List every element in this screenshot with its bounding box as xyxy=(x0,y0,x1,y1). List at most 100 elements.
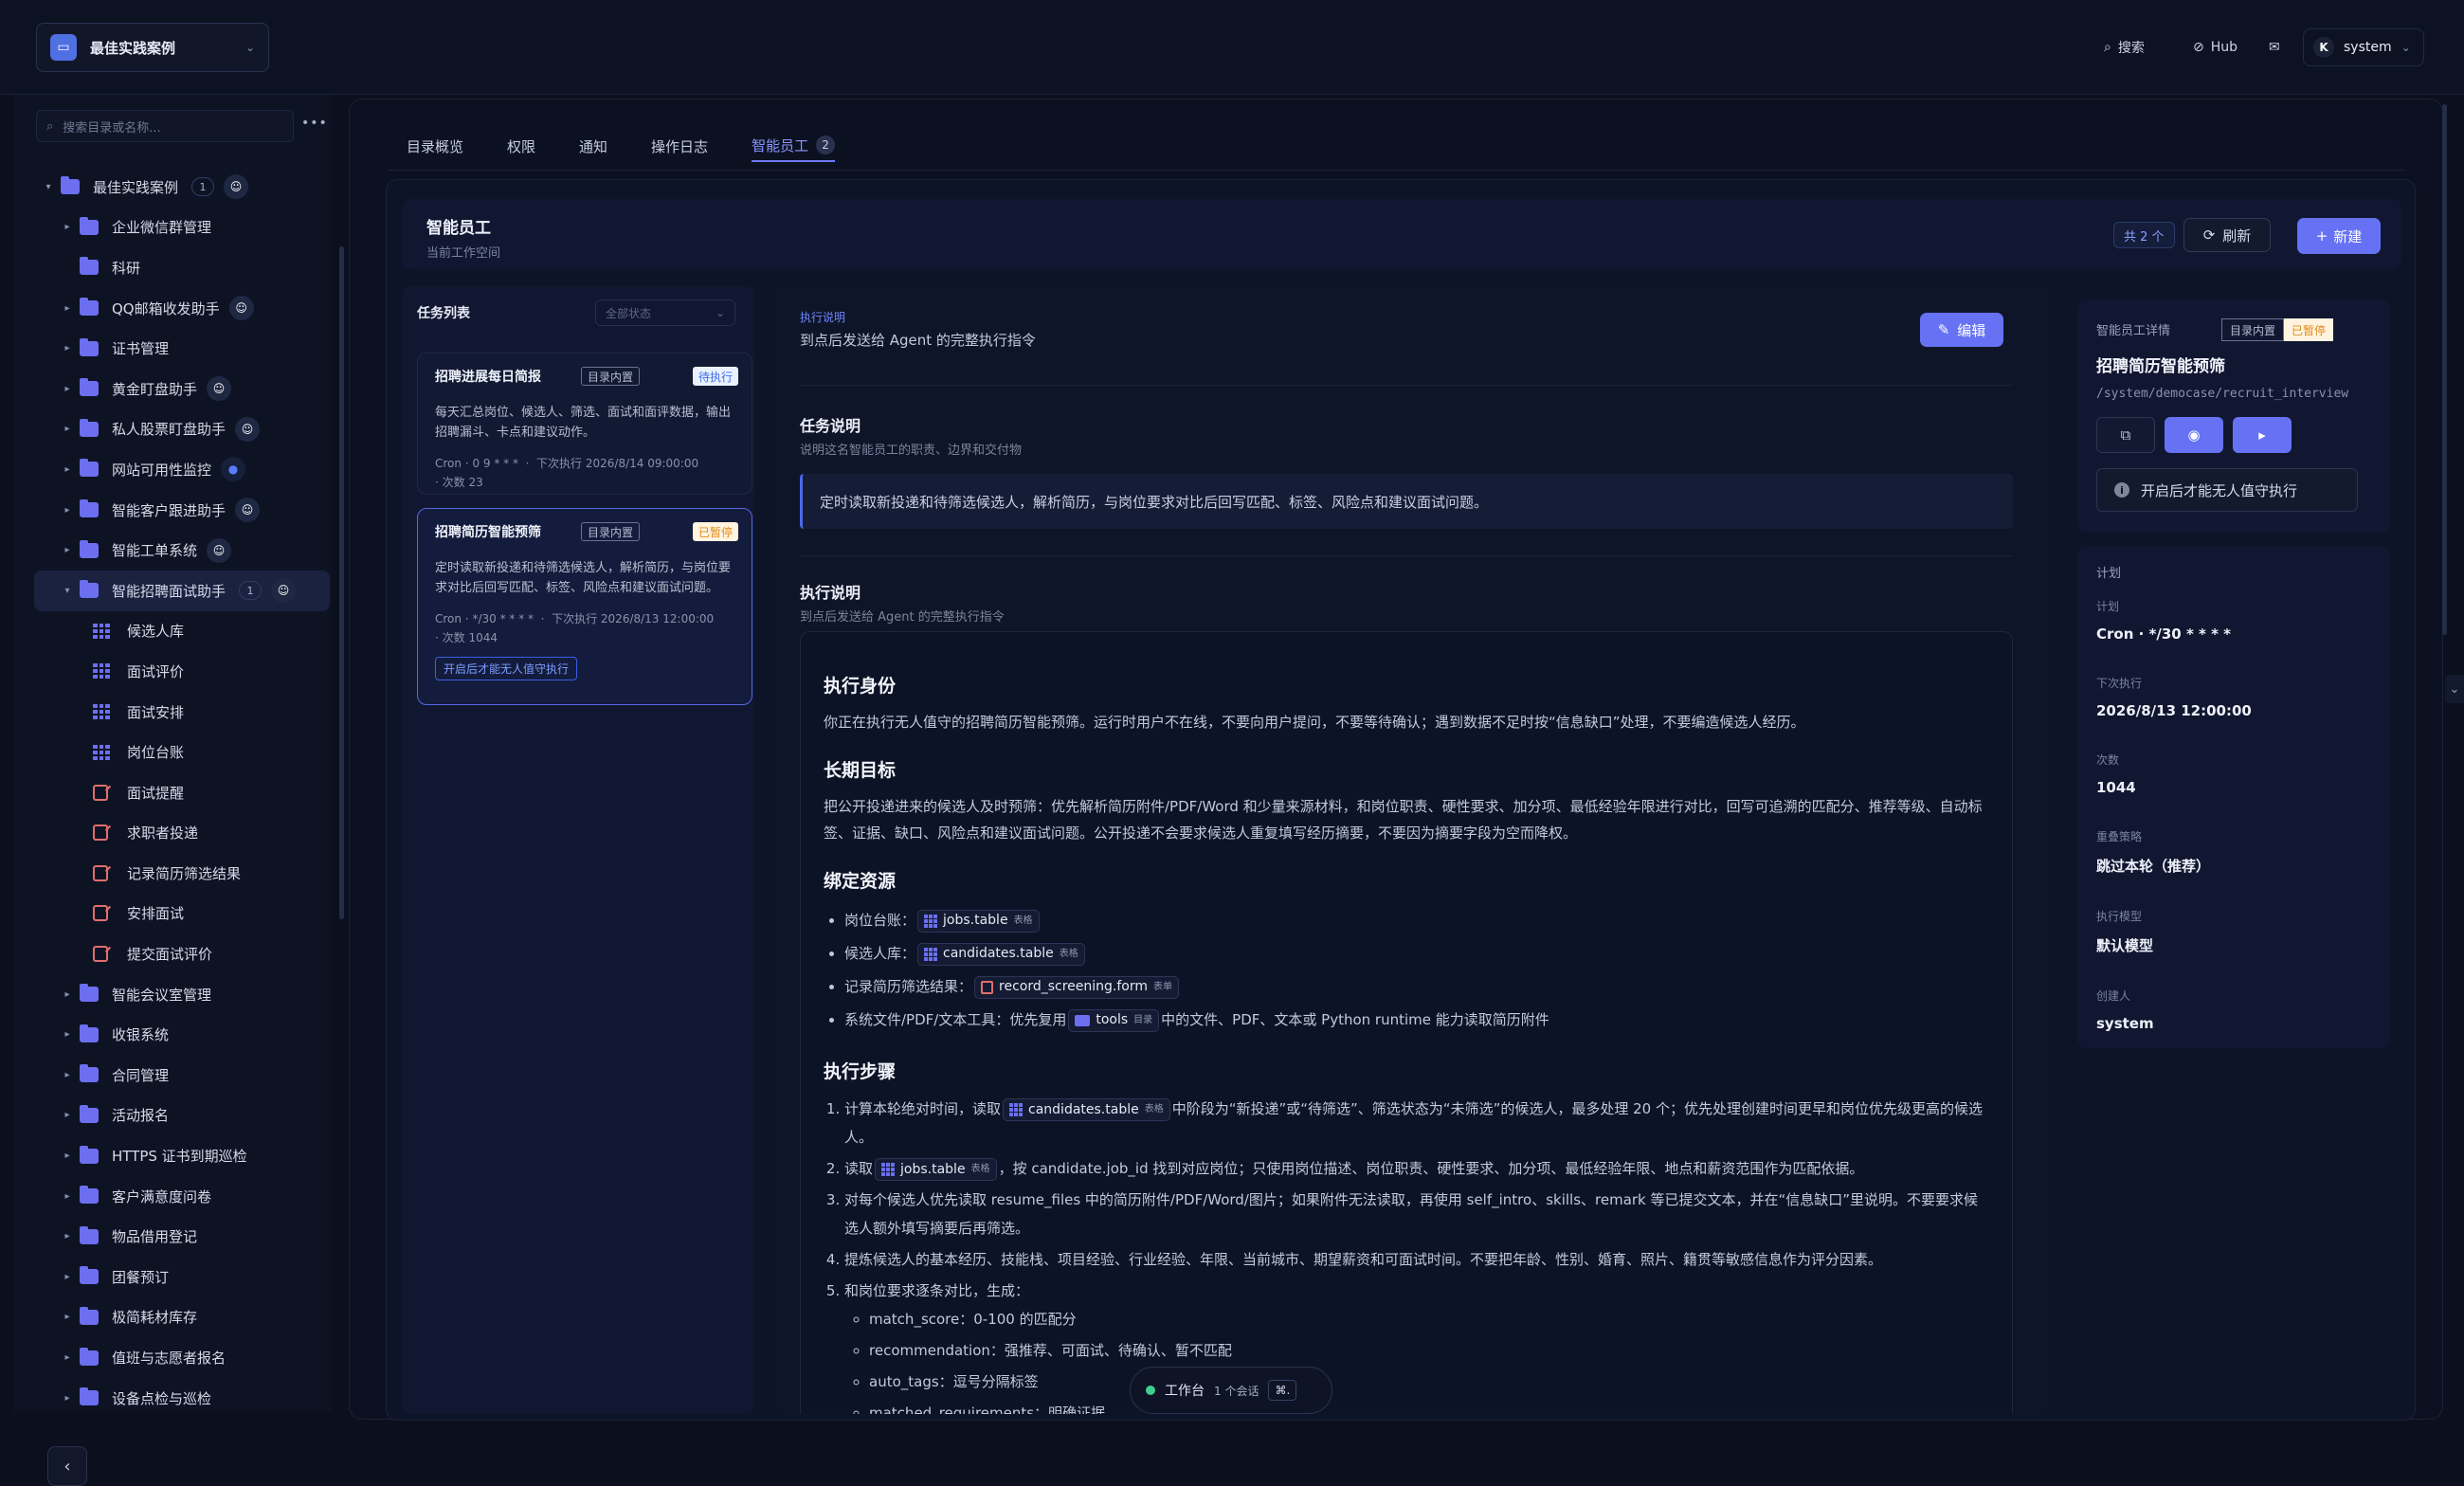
sidebar-item[interactable]: ▾ 智能招聘面试助手 1 ☺ xyxy=(34,570,330,611)
resource-chip-jobs[interactable]: jobs.table 表格 xyxy=(917,909,1040,933)
chevron-right-icon[interactable]: ▸ xyxy=(61,1352,74,1363)
task-card[interactable]: 招聘进展每日简报 目录内置 待执行 每天汇总岗位、候选人、筛选、面试和面评数据，… xyxy=(417,353,752,495)
chevron-right-icon[interactable]: ▸ xyxy=(61,545,74,555)
sidebar-item[interactable]: ▸ 活动报名 xyxy=(34,1096,330,1136)
tab-4[interactable]: 智能员工 2 xyxy=(752,130,836,162)
chevron-right-icon[interactable]: ▸ xyxy=(61,1029,74,1040)
list-item: match_score：0-100 的匹配分 xyxy=(869,1305,1989,1333)
chevron-right-icon[interactable]: ▸ xyxy=(61,464,74,475)
sidebar-item[interactable]: ▸ 智能客户跟进助手 ☺ xyxy=(34,490,330,531)
sidebar-item[interactable]: ▸ 物品借用登记 xyxy=(34,1216,330,1257)
shortcut-hint: ⌘. xyxy=(1268,1380,1297,1401)
sidebar-item[interactable]: ▸ 值班与志愿者报名 xyxy=(34,1337,330,1378)
schedule-heading: 计划 xyxy=(2096,567,2122,581)
tree-search-input[interactable]: ⌕ 搜索目录或名称... xyxy=(36,110,294,142)
doc-paragraph: 你正在执行无人值守的招聘简历智能预筛。运行时用户不在线，不要向用户提问，不要等待… xyxy=(824,714,1805,731)
chevron-right-icon[interactable]: ▸ xyxy=(61,222,74,232)
chevron-right-icon[interactable]: ▸ xyxy=(61,989,74,1000)
workspace-selector[interactable]: ▭ 最佳实践案例 ⌄ xyxy=(36,23,269,72)
collapse-sidebar-button[interactable]: ‹ xyxy=(47,1446,87,1486)
chevron-right-icon[interactable]: ▸ xyxy=(61,1151,74,1161)
sidebar-item[interactable]: ▸ 私人股票盯盘助手 ☺ xyxy=(34,409,330,450)
chevron-right-icon[interactable]: ▸ xyxy=(61,1191,74,1202)
sidebar-item[interactable]: ▸ HTTPS 证书到期巡检 xyxy=(34,1135,330,1176)
sidebar-item[interactable]: 面试提醒 xyxy=(34,772,330,813)
sidebar-item[interactable]: ▸ 智能工单系统 ☺ xyxy=(34,530,330,571)
chevron-right-icon[interactable]: ▸ xyxy=(61,1231,74,1241)
chevron-right-icon[interactable]: ▸ xyxy=(61,505,74,516)
chevron-right-icon[interactable]: ▸ xyxy=(61,1070,74,1080)
sidebar-item[interactable]: 记录简历筛选结果 xyxy=(34,853,330,894)
new-label: 新建 xyxy=(2333,227,2363,245)
detail-label: 智能员工详情 xyxy=(2096,324,2171,338)
resource-chip-form[interactable]: record_screening.form 表单 xyxy=(974,975,1180,999)
resource-chip-candidates[interactable]: candidates.table 表格 xyxy=(1003,1097,1170,1121)
sidebar-item[interactable]: 安排面试 xyxy=(34,894,330,934)
sidebar-item[interactable]: ▸ 证书管理 xyxy=(34,328,330,369)
more-icon[interactable]: ••• xyxy=(301,116,328,131)
sidebar-item[interactable]: ▸ 网站可用性监控 ● xyxy=(34,449,330,490)
status-filter-select[interactable]: 全部状态 ⌄ xyxy=(595,299,735,326)
sidebar-item[interactable]: ▸ 合同管理 xyxy=(34,1055,330,1096)
hub-button[interactable]: ⊘ Hub xyxy=(2183,32,2247,63)
sidebar-item[interactable]: ▸ QQ邮箱收发助手 ☺ xyxy=(34,288,330,329)
start-button[interactable]: ▸ xyxy=(2233,417,2292,453)
chevron-down-icon[interactable]: ▾ xyxy=(61,586,74,596)
tab-3[interactable]: 操作日志 xyxy=(651,130,708,162)
sidebar-item[interactable]: ▸ 智能会议室管理 xyxy=(34,974,330,1015)
sidebar-item[interactable]: 科研 xyxy=(34,247,330,288)
sidebar-item[interactable]: ▸ 企业微信群管理 xyxy=(34,208,330,248)
chevron-right-icon[interactable]: ▸ xyxy=(61,424,74,434)
monitor-icon: ▭ xyxy=(50,34,77,61)
sidebar-item[interactable]: ▸ 客户满意度问卷 xyxy=(34,1176,330,1217)
sidebar-scrollbar[interactable] xyxy=(339,246,344,919)
resource-chip-tools[interactable]: tools 目录 xyxy=(1068,1008,1160,1032)
new-button[interactable]: + 新建 xyxy=(2297,218,2381,254)
tab-2[interactable]: 通知 xyxy=(579,130,607,162)
sidebar-item[interactable]: 求职者投递 xyxy=(34,813,330,854)
sidebar-item[interactable]: 面试安排 xyxy=(34,692,330,733)
copy-button[interactable]: ⧉ xyxy=(2096,417,2155,453)
sidebar-item[interactable]: 提交面试评价 xyxy=(34,933,330,974)
task-card[interactable]: 招聘简历智能预筛 目录内置 已暂停 定时读取新投递和待筛选候选人，解析简历，与岗… xyxy=(417,508,752,705)
folder-icon xyxy=(80,257,99,276)
chevron-right-icon[interactable]: ▸ xyxy=(61,1393,74,1404)
sidebar-item[interactable]: 候选人库 xyxy=(34,611,330,652)
chevron-right-icon[interactable]: ▸ xyxy=(61,1312,74,1322)
tab-label: 操作日志 xyxy=(651,137,709,155)
chevron-right-icon[interactable]: ▸ xyxy=(61,1272,74,1282)
chevron-right-icon[interactable]: ▸ xyxy=(61,384,74,394)
sidebar-item[interactable]: ▸ 设备点检与巡检 xyxy=(34,1378,330,1419)
user-menu[interactable]: K system ⌄ xyxy=(2303,28,2424,66)
expand-handle[interactable]: ⌄ xyxy=(2445,675,2464,703)
sidebar-item[interactable]: ▸ 极简耗材库存 xyxy=(34,1297,330,1338)
resource-chip-candidates[interactable]: candidates.table 表格 xyxy=(917,942,1085,966)
sidebar-item[interactable]: 岗位台账 xyxy=(34,732,330,772)
list-item: 计算本轮绝对时间，读取candidates.table表格中阶段为“新投递”或“… xyxy=(844,1095,1989,1151)
status-badge: 已暂停 xyxy=(693,522,739,541)
sidebar-item[interactable]: ▸ 黄金盯盘助手 ☺ xyxy=(34,369,330,409)
chevron-down-icon[interactable]: ▾ xyxy=(42,182,55,192)
form-icon xyxy=(93,864,108,881)
scope-tag: 目录内置 xyxy=(2221,318,2285,341)
sidebar-item[interactable]: ▸ 收银系统 xyxy=(34,1014,330,1055)
tab-0[interactable]: 目录概览 xyxy=(407,130,463,162)
chevron-right-icon[interactable]: ▸ xyxy=(61,303,74,314)
mail-button[interactable]: ✉ xyxy=(2259,32,2290,63)
refresh-button[interactable]: ⟳ 刷新 xyxy=(2183,218,2271,252)
main-scrollbar[interactable] xyxy=(2442,104,2447,635)
chevron-right-icon[interactable]: ▸ xyxy=(61,343,74,353)
instruction-document: 执行身份 你正在执行无人值守的招聘简历智能预筛。运行时用户不在线，不要向用户提问… xyxy=(800,631,2013,1414)
status-badge: 已暂停 xyxy=(2284,318,2334,341)
workbench-bar[interactable]: 工作台 1 个会话 ⌘. xyxy=(1130,1367,1332,1414)
run-once-button[interactable]: ◉ xyxy=(2165,417,2223,453)
edit-button[interactable]: ✎ 编辑 xyxy=(1920,313,2003,347)
bot-icon: ☺ xyxy=(228,296,254,321)
search-button[interactable]: ⌕ 搜索 xyxy=(2094,32,2154,63)
tab-1[interactable]: 权限 xyxy=(507,130,535,162)
sidebar-item[interactable]: ▾ 最佳实践案例 1 ☺ xyxy=(34,167,330,208)
sidebar-item[interactable]: ▸ 团餐预订 xyxy=(34,1257,330,1297)
chevron-right-icon[interactable]: ▸ xyxy=(61,1110,74,1120)
sidebar-item[interactable]: 面试评价 xyxy=(34,651,330,692)
resource-chip-jobs[interactable]: jobs.table 表格 xyxy=(875,1157,997,1181)
